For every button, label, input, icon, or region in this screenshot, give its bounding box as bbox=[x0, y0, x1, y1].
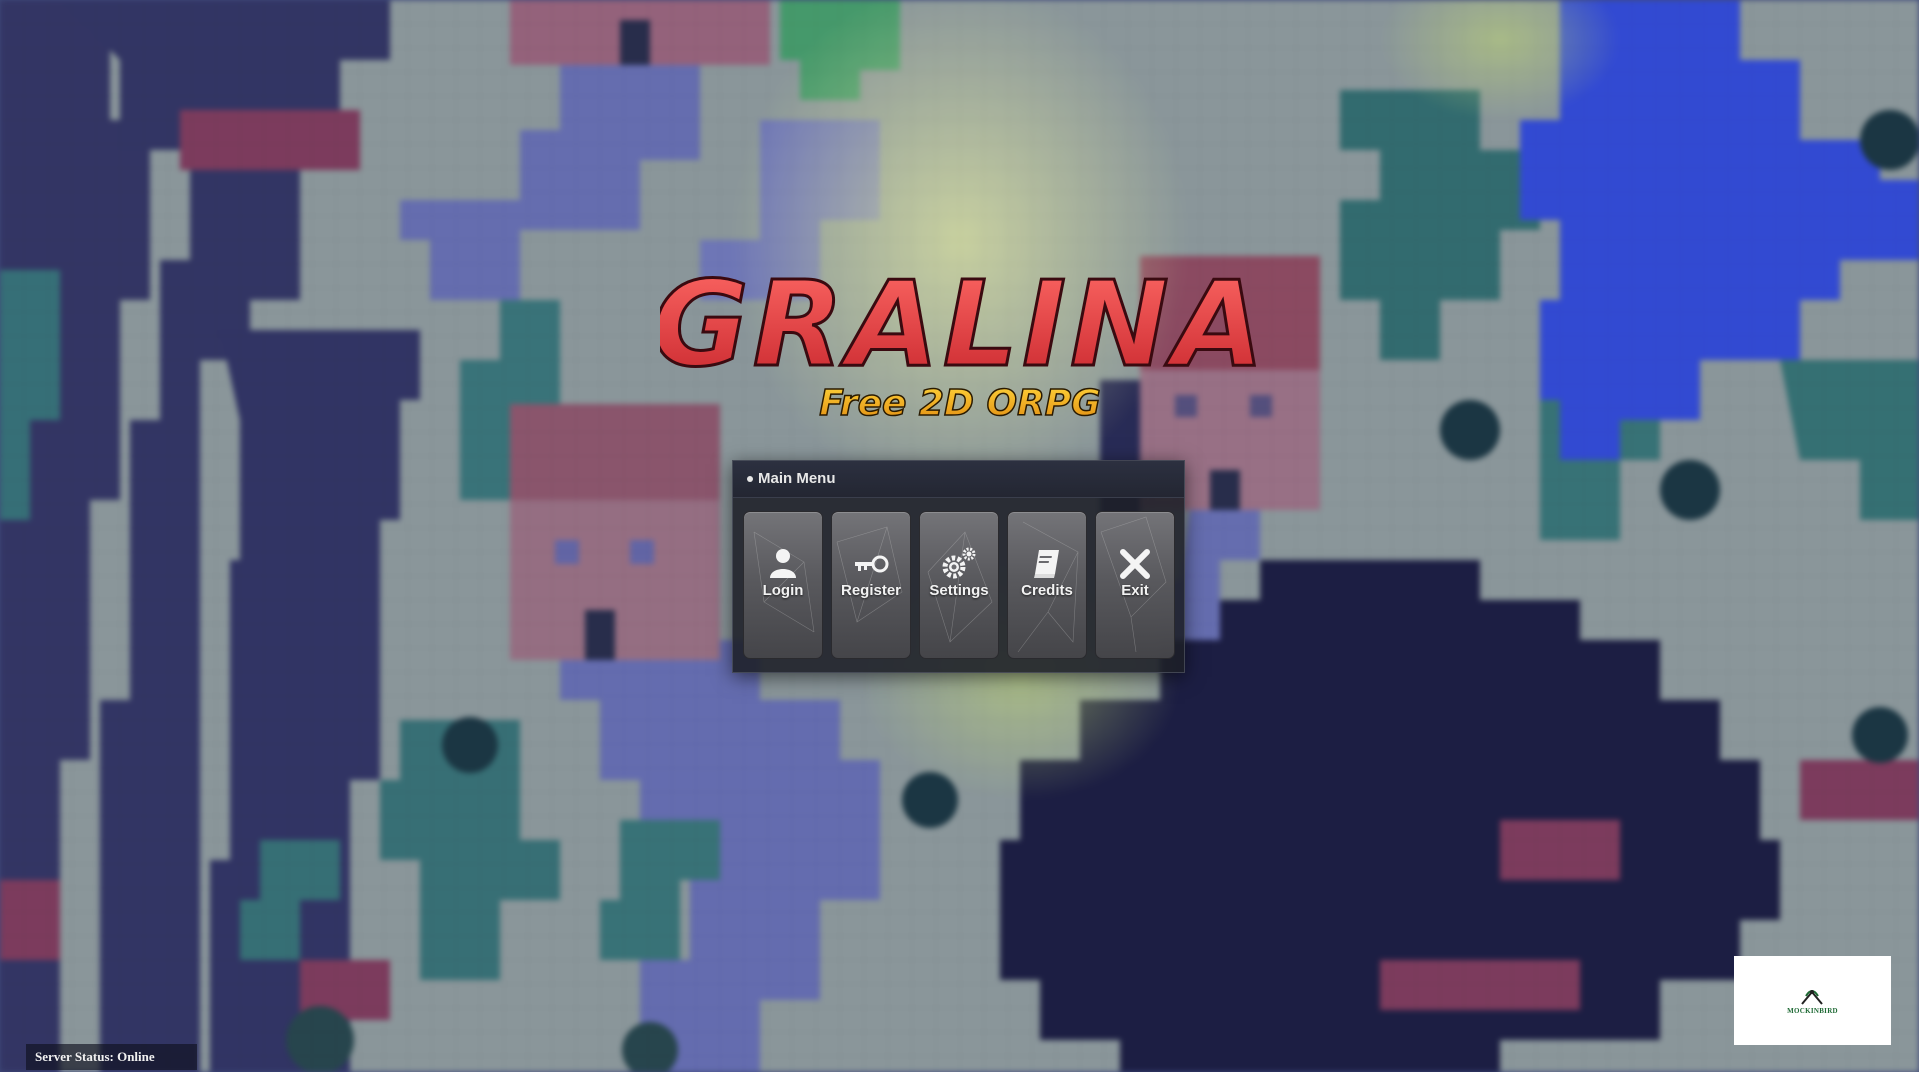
gears-icon bbox=[942, 547, 976, 579]
exit-button[interactable]: Exit bbox=[1095, 511, 1175, 659]
main-menu-panel: Main Menu Login Register Settings Credit… bbox=[732, 460, 1185, 673]
settings-button[interactable]: Settings bbox=[919, 511, 999, 659]
register-label: Register bbox=[840, 582, 902, 599]
settings-label: Settings bbox=[929, 582, 989, 599]
sponsor-text: MOCKINBIRD bbox=[1787, 1007, 1838, 1015]
title-screen: GRALINA Free 2D ORPG Main Menu Login Reg… bbox=[0, 0, 1919, 1072]
sponsor-badge[interactable]: MOCKINBIRD bbox=[1734, 956, 1891, 1045]
main-menu-title: Main Menu bbox=[758, 470, 836, 487]
key-icon bbox=[855, 555, 889, 573]
main-menu-header: Main Menu bbox=[733, 461, 1184, 498]
user-icon bbox=[770, 549, 796, 578]
credits-button[interactable]: Credits bbox=[1007, 511, 1087, 659]
exit-label: Exit bbox=[1121, 582, 1149, 599]
login-button[interactable]: Login bbox=[743, 511, 823, 659]
bullet-icon bbox=[747, 476, 753, 483]
credits-label: Credits bbox=[1021, 582, 1073, 599]
main-menu-buttons: Login Register Settings Credits Exit bbox=[743, 511, 1175, 659]
logo-title: GRALINA bbox=[660, 255, 1260, 393]
book-icon bbox=[1034, 550, 1059, 578]
game-logo: GRALINA Free 2D ORPG bbox=[660, 254, 1260, 425]
login-label: Login bbox=[762, 582, 804, 599]
close-icon bbox=[1120, 549, 1150, 579]
bird-logo-icon bbox=[1801, 990, 1823, 1005]
server-status-label: Server Status: Online bbox=[26, 1044, 197, 1070]
logo-subtitle: Free 2D ORPG bbox=[819, 383, 1100, 424]
register-button[interactable]: Register bbox=[831, 511, 911, 659]
